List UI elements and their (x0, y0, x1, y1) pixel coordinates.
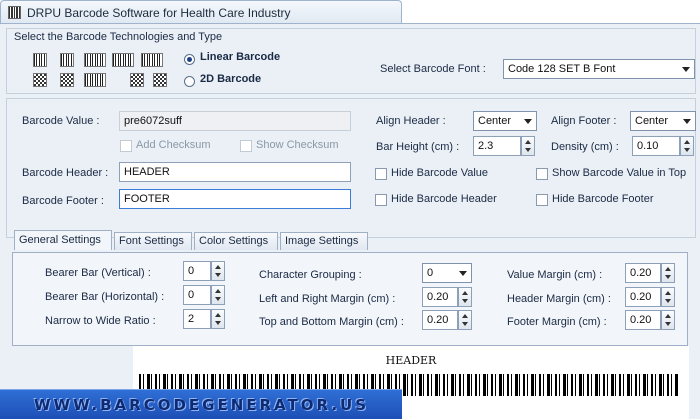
linear-barcode-radio[interactable] (184, 54, 195, 65)
left-right-margin-label: Left and Right Margin (cm) : (259, 293, 396, 305)
barcode-value-input[interactable]: pre6072suff (119, 111, 351, 131)
align-footer-label: Align Footer : (551, 115, 617, 127)
hide-barcode-value-checkbox[interactable] (375, 168, 387, 180)
align-footer-select[interactable]: Center (630, 111, 696, 131)
density-label: Density (cm) : (551, 141, 619, 153)
narrow-wide-ratio-label: Narrow to Wide Ratio : (45, 315, 156, 327)
2d-barcode-icon-1 (33, 73, 47, 87)
top-bottom-margin-spinner[interactable] (458, 310, 472, 330)
footer-margin-label: Footer Margin (cm) : (507, 316, 607, 328)
add-checksum-checkbox[interactable] (120, 140, 132, 152)
2d-barcode-radio[interactable] (184, 76, 195, 87)
2d-barcode-icon-4 (130, 73, 144, 87)
linear-barcode-icon-5 (141, 53, 163, 67)
align-footer-value: Center (635, 115, 669, 127)
show-checksum-label: Show Checksum (256, 139, 339, 151)
left-right-margin-spinner[interactable] (458, 287, 472, 307)
main-window: Select the Barcode Technologies and Type… (0, 23, 700, 420)
settings-tab-strip: General Settings Font Settings Color Set… (14, 230, 414, 252)
character-grouping-value: 0 (427, 267, 434, 279)
value-margin-input[interactable]: 0.20 (625, 263, 661, 283)
title-bar: DRPU Barcode Software for Health Care In… (0, 0, 402, 24)
density-input[interactable]: 0.10 (632, 136, 680, 156)
tab-general-settings[interactable]: General Settings (14, 230, 112, 250)
barcode-header-input[interactable]: HEADER (119, 162, 351, 182)
header-margin-label: Header Margin (cm) : (507, 293, 611, 305)
barcode-footer-input[interactable]: FOOTER (119, 189, 351, 209)
barcode-header-label: Barcode Header : (22, 167, 109, 179)
linear-barcode-icon-4 (112, 53, 134, 67)
tab-color-settings[interactable]: Color Settings (194, 232, 278, 250)
linear-barcode-label[interactable]: Linear Barcode (200, 51, 280, 63)
character-grouping-label: Character Grouping : (259, 269, 362, 281)
bearer-bar-horizontal-spinner[interactable] (211, 285, 225, 305)
tab-font-settings[interactable]: Font Settings (114, 232, 192, 250)
add-checksum-label: Add Checksum (136, 139, 211, 151)
bearer-bar-horizontal-label: Bearer Bar (Horizontal) : (45, 291, 165, 303)
density-spinner[interactable] (680, 136, 694, 156)
value-margin-spinner[interactable] (661, 263, 675, 283)
2d-barcode-label[interactable]: 2D Barcode (200, 73, 261, 85)
barcode-footer-label: Barcode Footer : (22, 195, 104, 207)
bearer-bar-horizontal-input[interactable]: 0 (183, 285, 211, 305)
align-header-value: Center (478, 115, 512, 127)
technology-section-label: Select the Barcode Technologies and Type (14, 31, 223, 43)
2d-barcode-icon-3 (84, 73, 106, 87)
bearer-bar-vertical-label: Bearer Bar (Vertical) : (45, 267, 151, 279)
tab-image-settings[interactable]: Image Settings (280, 232, 368, 250)
barcode-font-label: Select Barcode Font : (380, 63, 486, 75)
header-margin-spinner[interactable] (661, 287, 675, 307)
linear-barcode-icon-2 (60, 53, 74, 67)
narrow-wide-ratio-input[interactable]: 2 (183, 309, 211, 329)
top-bottom-margin-input[interactable]: 0.20 (422, 310, 458, 330)
show-checksum-checkbox[interactable] (240, 140, 252, 152)
character-grouping-select[interactable]: 0 (422, 263, 472, 283)
chevron-down-icon (459, 271, 467, 276)
barcode-font-select[interactable]: Code 128 SET B Font (503, 59, 695, 79)
bearer-bar-vertical-spinner[interactable] (211, 261, 225, 281)
general-settings-panel: Bearer Bar (Vertical) : 0 Bearer Bar (Ho… (12, 252, 688, 346)
linear-barcode-icon-3 (84, 53, 106, 67)
chevron-down-icon (683, 119, 691, 124)
value-margin-label: Value Margin (cm) : (507, 269, 603, 281)
top-bottom-margin-label: Top and Bottom Margin (cm) : (259, 316, 404, 328)
left-right-margin-input[interactable]: 0.20 (422, 287, 458, 307)
preview-header-text: HEADER (385, 354, 437, 367)
show-value-top-label: Show Barcode Value in Top (552, 167, 687, 179)
bar-height-label: Bar Height (cm) : (376, 141, 460, 153)
barcode-font-value: Code 128 SET B Font (508, 63, 616, 75)
website-banner-text: WWW.BARCODEGENERATOR.US (34, 396, 370, 414)
window-title: DRPU Barcode Software for Health Care In… (27, 6, 291, 20)
bar-height-spinner[interactable] (521, 136, 535, 156)
bar-height-input[interactable]: 2.3 (473, 136, 521, 156)
chevron-down-icon (524, 119, 532, 124)
hide-barcode-header-label: Hide Barcode Header (391, 193, 497, 205)
footer-margin-spinner[interactable] (661, 310, 675, 330)
hide-barcode-header-checkbox[interactable] (375, 194, 387, 206)
narrow-wide-ratio-spinner[interactable] (211, 309, 225, 329)
footer-margin-input[interactable]: 0.20 (625, 310, 661, 330)
bearer-bar-vertical-input[interactable]: 0 (183, 261, 211, 281)
chevron-down-icon (682, 67, 690, 72)
hide-barcode-footer-label: Hide Barcode Footer (552, 193, 654, 205)
website-banner: WWW.BARCODEGENERATOR.US (0, 389, 402, 419)
header-margin-input[interactable]: 0.20 (625, 287, 661, 307)
2d-barcode-icon-2 (60, 73, 74, 87)
hide-barcode-value-label: Hide Barcode Value (391, 167, 489, 179)
align-header-label: Align Header : (376, 115, 446, 127)
barcode-value-label: Barcode Value : (22, 115, 100, 127)
app-barcode-icon (8, 6, 21, 19)
hide-barcode-footer-checkbox[interactable] (536, 194, 548, 206)
show-value-top-checkbox[interactable] (536, 168, 548, 180)
linear-barcode-icon-1 (33, 53, 47, 67)
align-header-select[interactable]: Center (473, 111, 537, 131)
2d-barcode-icon-5 (153, 73, 167, 87)
